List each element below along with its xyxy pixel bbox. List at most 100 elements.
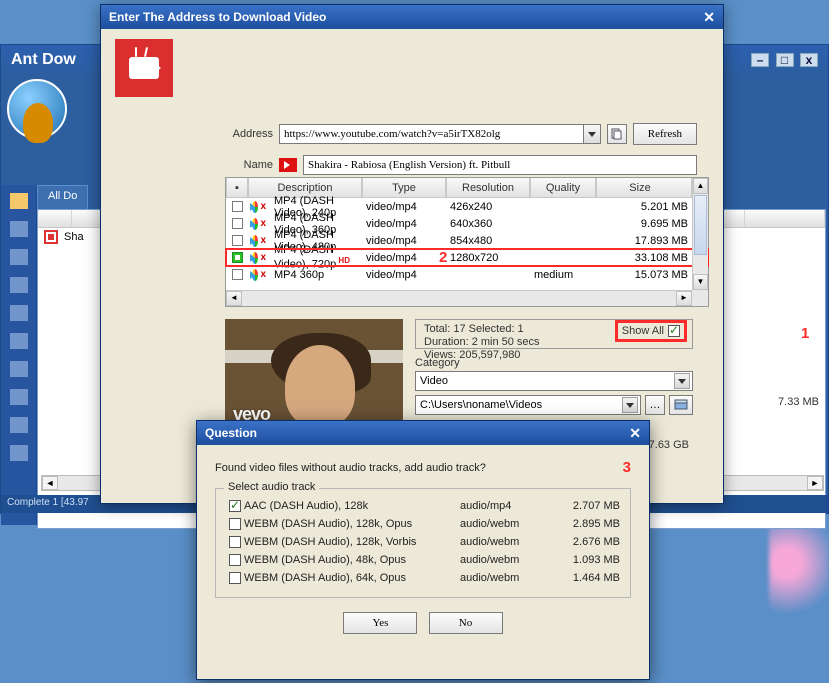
checkbox-icon[interactable] [232,235,243,246]
checkbox-icon[interactable] [232,269,243,280]
checkbox-icon[interactable] [229,518,241,530]
checkbox-icon[interactable] [229,500,241,512]
format-size: 15.073 MB [596,269,692,281]
refresh-button[interactable]: Refresh [633,123,697,145]
camera-icon [129,57,159,79]
audio-row[interactable]: WEBM (DASH Audio), 64k, Opusaudio/webm1.… [226,569,620,587]
audio-desc: AAC (DASH Audio), 128k [244,500,460,512]
no-button[interactable]: No [429,612,503,634]
chevron-down-icon [622,397,638,413]
media-icon [252,252,259,264]
path-select[interactable]: C:\Users\noname\Videos [415,395,641,415]
tool-icon[interactable] [10,221,28,237]
audio-size: 2.707 MB [550,500,620,512]
yes-button[interactable]: Yes [343,612,417,634]
tool-icon[interactable] [10,249,28,265]
youtube-icon [279,158,297,172]
tool-icon[interactable] [10,305,28,321]
format-size: 5.201 MB [596,201,692,213]
free-space: 7.63 GB [649,439,689,451]
browse-button[interactable]: … [645,395,665,415]
left-toolbar [1,185,37,525]
paste-button[interactable] [607,124,627,144]
name-label: Name [223,159,273,171]
audio-track-group: Select audio track AAC (DASH Audio), 128… [215,488,631,598]
minimize-button[interactable]: – [751,53,769,67]
category-select[interactable]: Video [415,371,693,391]
format-row[interactable]: xMP4 (DASH Video), 720p HDvideo/mp41280x… [226,249,708,266]
address-input[interactable] [279,124,584,144]
close-button[interactable]: x [800,53,818,67]
audio-row[interactable]: WEBM (DASH Audio), 128k, Opusaudio/webm2… [226,515,620,533]
checkbox-icon[interactable] [232,218,243,229]
tab-all-downloads[interactable]: All Do [37,185,88,209]
annotation-1: 1 [801,325,809,342]
close-icon[interactable]: ✕ [629,425,641,442]
disk-icon[interactable] [669,395,693,415]
close-icon[interactable]: ✕ [703,9,715,26]
format-type: video/mp4 [362,269,446,281]
h-scrollbar[interactable]: ◄► [226,290,692,306]
audio-type: audio/mp4 [460,500,550,512]
dialog-titlebar[interactable]: Enter The Address to Download Video ✕ [101,5,723,29]
dropdown-icon[interactable] [584,124,601,144]
format-size: 33.108 MB [596,252,692,264]
show-all-checkbox[interactable]: Show All [618,323,684,339]
checkbox-icon[interactable] [232,252,243,263]
x-icon: x [260,269,266,281]
tool-icon[interactable] [10,277,28,293]
decorative-blur [769,523,829,623]
audio-row[interactable]: AAC (DASH Audio), 128kaudio/mp42.707 MB [226,497,620,515]
x-icon: x [260,218,266,230]
col-size[interactable]: Size [596,178,692,198]
audio-row[interactable]: WEBM (DASH Audio), 48k, Opusaudio/webm1.… [226,551,620,569]
row-name: Sha [64,231,84,243]
format-row[interactable]: xMP4 360pvideo/mp4medium15.073 MB [226,266,708,283]
col-checkbox[interactable]: ▪ [226,178,248,198]
x-icon: x [260,235,266,247]
formats-table: ▪ Description Type Resolution Quality Si… [225,177,709,307]
question-titlebar[interactable]: Question ✕ [197,421,649,445]
tool-icon[interactable] [10,389,28,405]
audio-size: 2.676 MB [550,536,620,548]
checkbox-icon[interactable] [229,536,241,548]
maximize-button[interactable]: □ [776,53,794,67]
audio-desc: WEBM (DASH Audio), 48k, Opus [244,554,460,566]
name-input[interactable] [303,155,697,175]
media-icon [252,235,259,247]
annotation-3: 3 [623,459,631,476]
tabs: All Do [37,185,88,209]
tool-icon[interactable] [10,333,28,349]
window-controls: – □ x [749,51,818,69]
audio-type: audio/webm [460,536,550,548]
chevron-down-icon [674,373,690,389]
format-res: 854x480 [446,235,530,247]
format-size: 17.893 MB [596,235,692,247]
audio-size: 2.895 MB [550,518,620,530]
format-res: 426x240 [446,201,530,213]
x-icon: x [260,252,266,264]
tool-icon[interactable] [10,445,28,461]
v-scrollbar[interactable]: ▲ ▼ [692,178,708,290]
format-qual: medium [530,269,596,281]
app-icon [115,39,173,97]
ant-icon [23,103,53,143]
annotation-2: 2 [439,249,447,266]
format-type: video/mp4 [362,201,446,213]
col-quality[interactable]: Quality [530,178,596,198]
checkbox-icon[interactable] [229,572,241,584]
col-resolution[interactable]: Resolution [446,178,530,198]
col-type[interactable]: Type [362,178,446,198]
row-size: 7.33 MB [778,396,819,408]
folder-icon[interactable] [10,193,28,209]
audio-row[interactable]: WEBM (DASH Audio), 128k, Vorbisaudio/web… [226,533,620,551]
audio-desc: WEBM (DASH Audio), 64k, Opus [244,572,460,584]
media-icon [252,218,259,230]
question-message: Found video files without audio tracks, … [215,462,486,474]
checkbox-icon[interactable] [229,554,241,566]
tool-icon[interactable] [10,361,28,377]
checkbox-icon[interactable] [232,201,243,212]
checkbox-icon[interactable] [668,325,680,337]
format-desc: MP4 (DASH Video), 720p HD [270,244,362,271]
tool-icon[interactable] [10,417,28,433]
